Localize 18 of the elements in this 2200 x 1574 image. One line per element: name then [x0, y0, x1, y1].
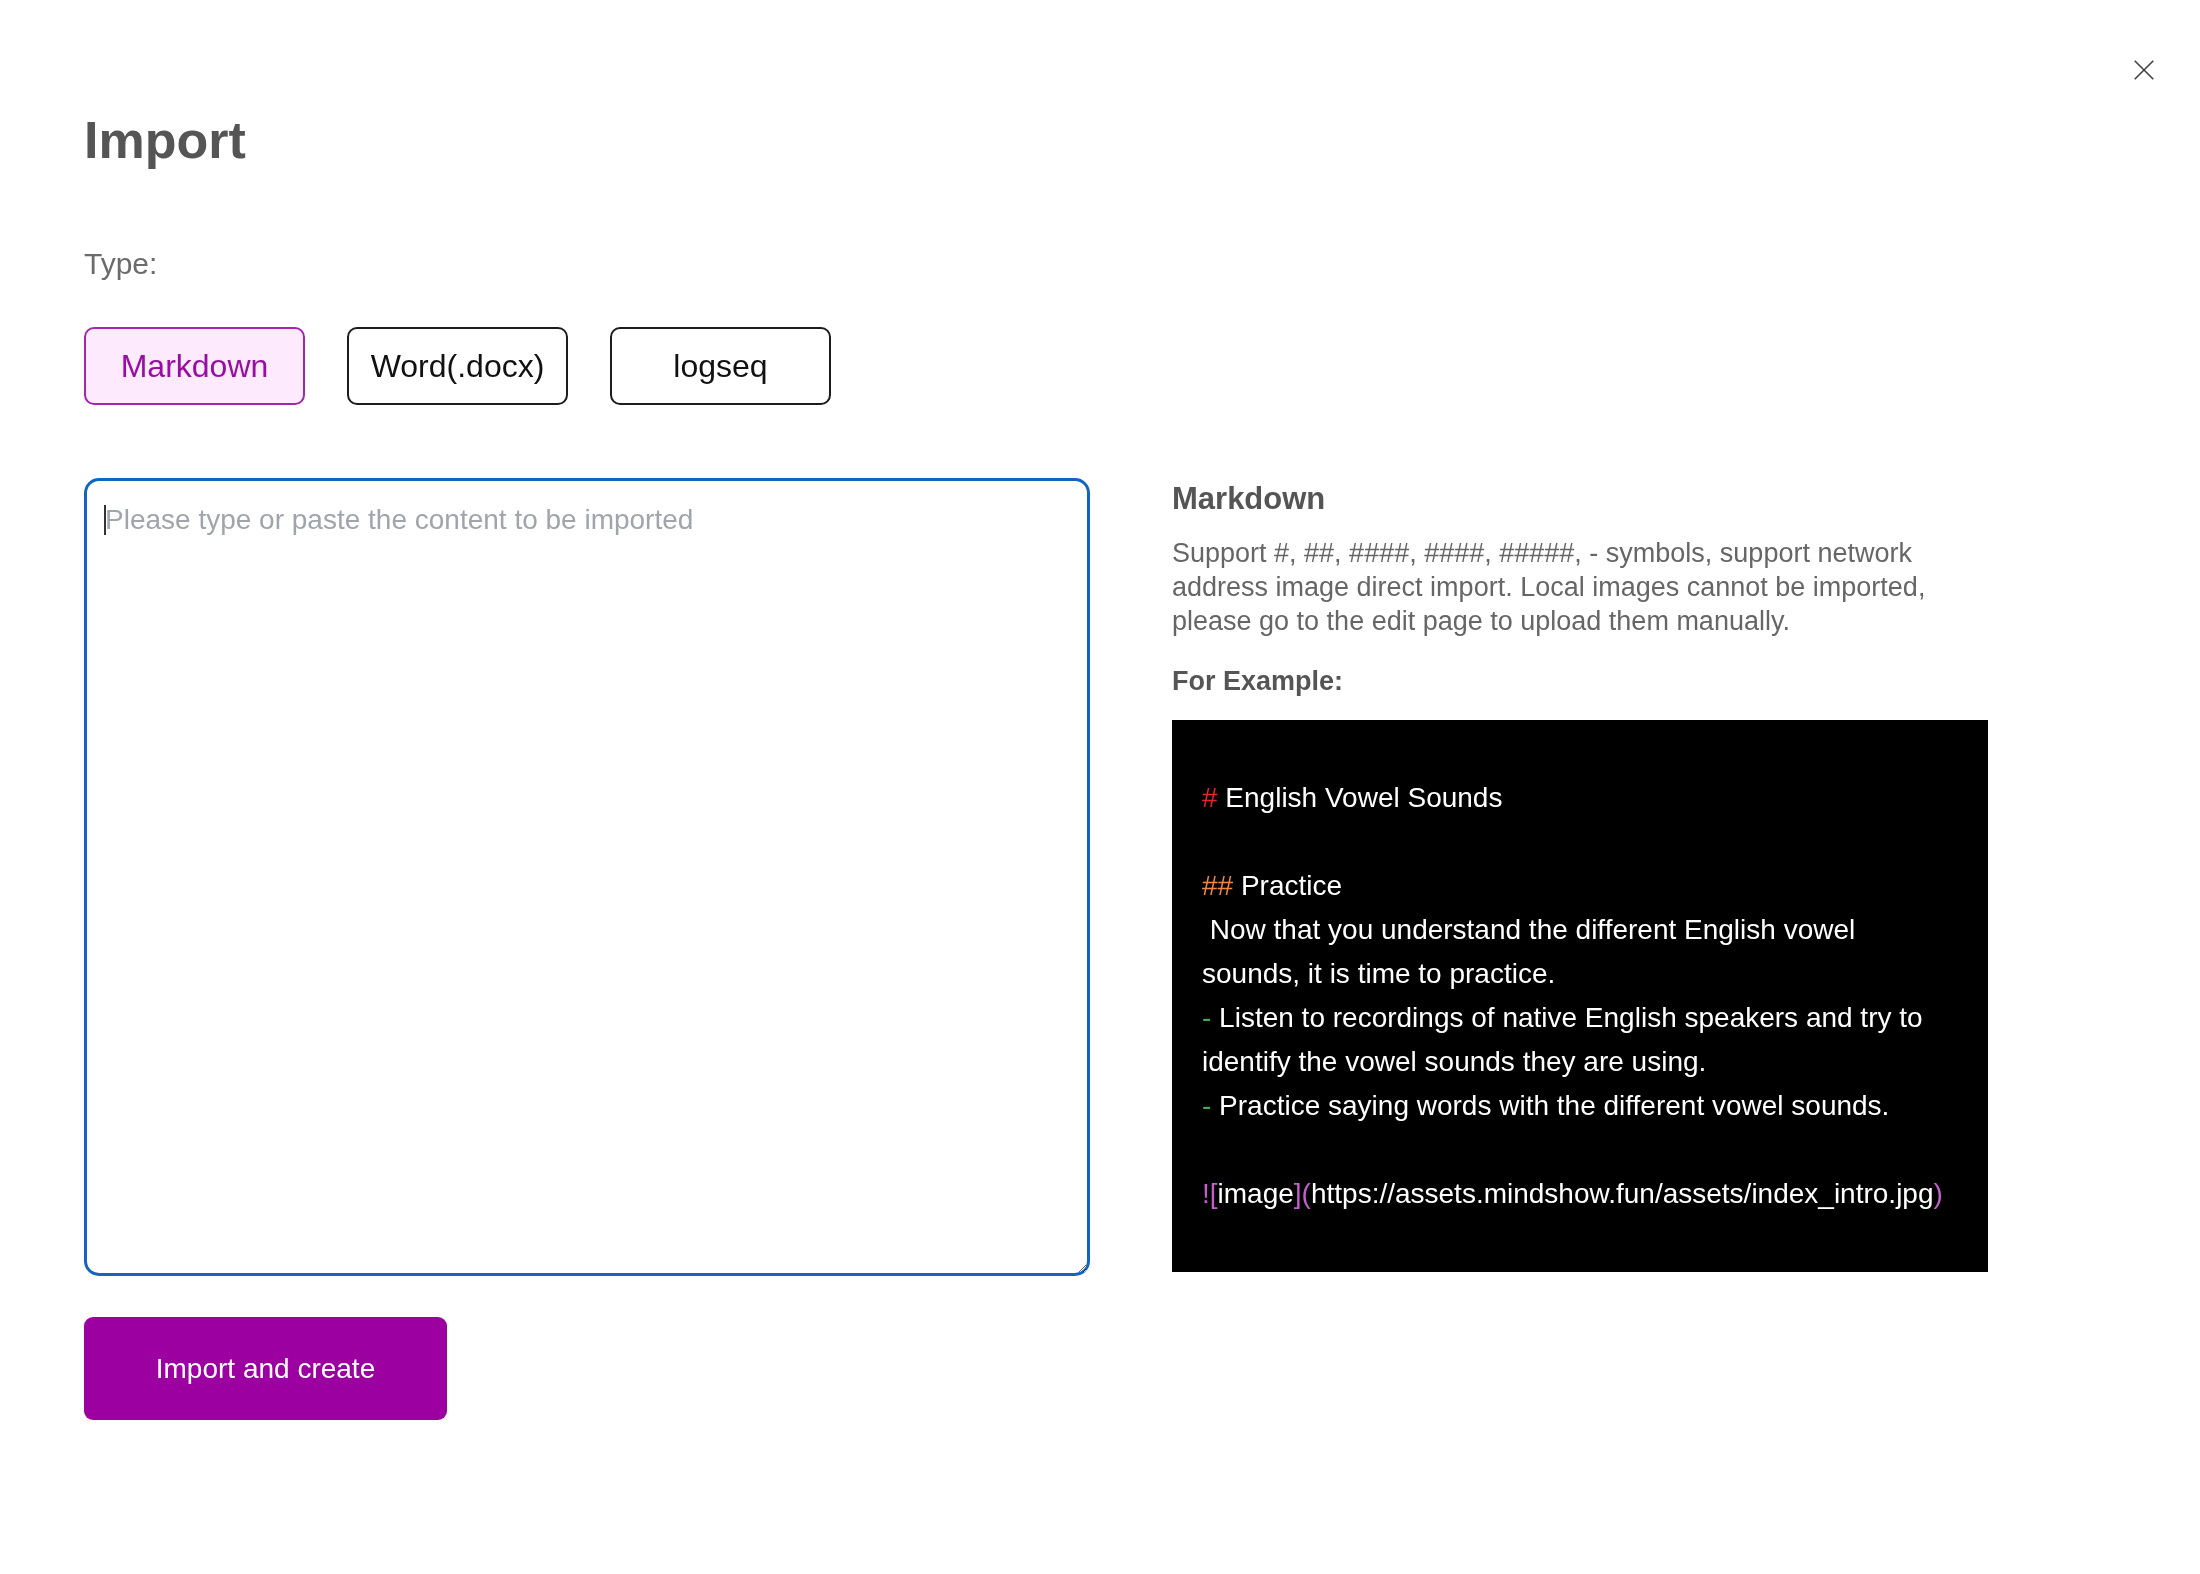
type-button[interactable]: Word(.docx): [347, 327, 568, 405]
text-cursor: [104, 505, 106, 535]
code-line: ## Practice: [1202, 869, 1344, 903]
import-button[interactable]: Import and create: [84, 1317, 447, 1420]
code-line: - Listen to recordings of native English speakers and try to identify the vowel sounds they are using.: [1202, 1001, 1924, 1079]
code-line: Now that you understand the different English vowel sounds, it is time to practice.: [1202, 913, 1857, 991]
type-button[interactable]: Markdown: [84, 327, 305, 405]
type-label: Type:: [84, 246, 158, 282]
content-input[interactable]: Please type or paste the content to be imported: [84, 478, 1090, 1276]
dialog-title: Import: [84, 110, 246, 171]
help-description: Support #, ##, ####, ####, #####, - symbols, support network address image direct import. Local images cannot be imported, please go to the edit page to upload them manually.: [1172, 537, 1927, 638]
close-icon[interactable]: [2134, 60, 2154, 80]
type-button[interactable]: logseq: [610, 327, 831, 405]
code-line: - Practice saying words with the different vowel sounds.: [1202, 1089, 1891, 1123]
help-title: Markdown: [1172, 480, 1326, 518]
code-line: # English Vowel Sounds: [1202, 781, 1504, 815]
code-line: ![image](https://assets.mindshow.fun/assets/index_intro.jpg): [1202, 1177, 1944, 1211]
example-label: For Example:: [1172, 665, 1344, 698]
